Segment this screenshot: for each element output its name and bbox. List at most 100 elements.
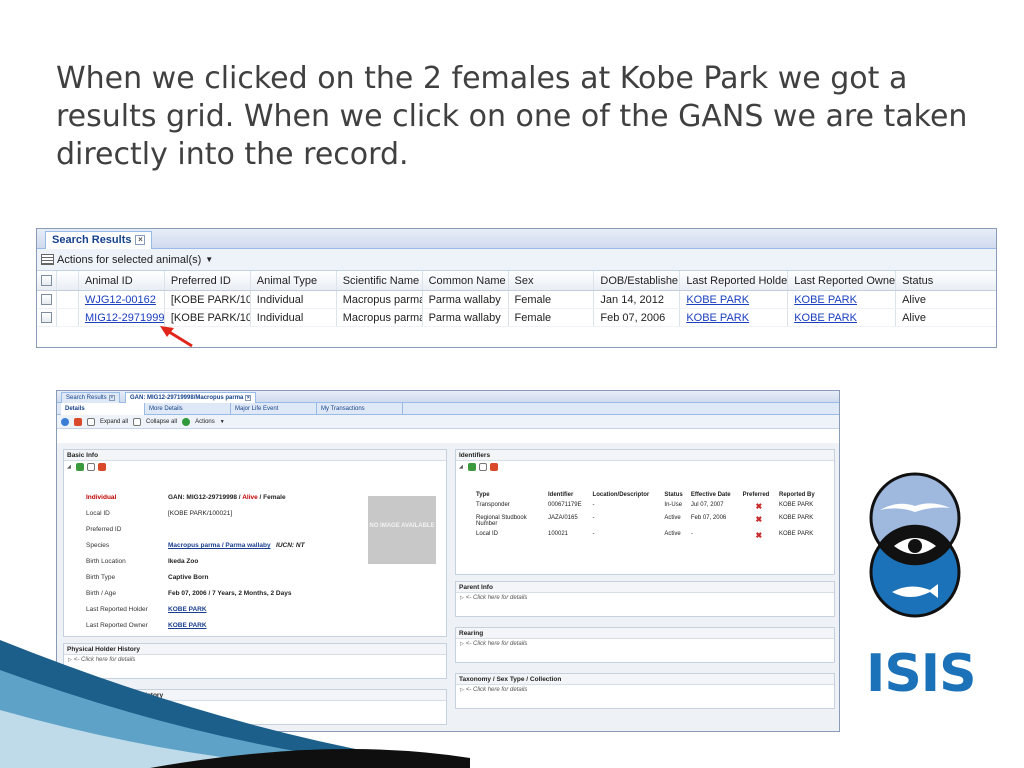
col-dob[interactable]: DOB/Establishe... [594, 271, 681, 290]
panel-tools: ◢ [456, 461, 834, 473]
col-type[interactable]: Type [474, 490, 546, 500]
row-checkbox[interactable] [40, 294, 52, 305]
refresh-icon[interactable] [467, 463, 476, 471]
expand-all-button[interactable]: Expand all [100, 419, 128, 425]
col-preferred-id[interactable]: Preferred ID [165, 271, 251, 290]
tab-gan-record[interactable]: GAN: MIG12-29719998/Macropus parma × [125, 392, 257, 403]
col-last-owner[interactable]: Last Reported Owner [788, 271, 897, 290]
animal-id-link[interactable]: WJG12-00162 [85, 294, 156, 306]
help-icon[interactable] [97, 463, 106, 471]
owner-link[interactable]: KOBE PARK [168, 622, 207, 629]
expand-icon [87, 417, 95, 426]
id-status: In-Use [664, 502, 683, 508]
export-icon[interactable] [478, 463, 487, 471]
triangle-icon[interactable]: ◢ [459, 464, 463, 470]
panel-title: Taxonomy / Sex Type / Collection [456, 674, 834, 685]
col-effective-date[interactable]: Effective Date [689, 490, 741, 500]
animal-type-cell: Individual [251, 309, 337, 326]
tab-details[interactable]: Details [61, 403, 145, 415]
owner-cell: KOBE PARK [788, 291, 897, 308]
expand-arrow-icon[interactable]: ▷ [460, 595, 464, 601]
id-location: - [592, 531, 595, 537]
chevron-down-icon[interactable]: ▼ [220, 419, 225, 425]
tab-more-details[interactable]: More Details [145, 403, 231, 415]
help-icon[interactable] [489, 463, 498, 471]
animal-id-cell: WJG12-00162 [79, 291, 165, 308]
actions-menu-button[interactable]: Actions [195, 419, 215, 425]
detail-toolbar: Expand all Collapse all Actions ▼ [57, 415, 839, 429]
results-tabstrip: Search Results × [37, 229, 996, 249]
row-checkbox[interactable] [40, 312, 52, 323]
col-scientific-name[interactable]: Scientific Name [337, 271, 423, 290]
birth-type-value: Captive Born [168, 574, 209, 581]
tab-major-life-event[interactable]: Major Life Event [231, 403, 317, 415]
close-icon[interactable]: × [135, 235, 146, 245]
grid-header: Animal ID Preferred ID Animal Type Scien… [37, 271, 996, 291]
owner-link[interactable]: KOBE PARK [794, 312, 857, 324]
col-common-name[interactable]: Common Name [423, 271, 509, 290]
holder-cell: KOBE PARK [680, 291, 789, 308]
table-row[interactable]: WJG12-00162 [KOBE PARK/10... Individual … [37, 291, 996, 309]
common-name-cell: Parma wallaby [423, 309, 509, 326]
decorative-swoosh [0, 640, 470, 768]
id-status: Active [664, 515, 681, 521]
col-identifier[interactable]: Identifier [546, 490, 591, 500]
select-all-checkbox[interactable] [40, 275, 52, 286]
col-status[interactable]: Status [896, 271, 996, 290]
expand-details-link[interactable]: ▷<- Click here for details [456, 685, 834, 696]
refresh-icon[interactable] [61, 417, 69, 426]
panel-title: Basic Info [64, 450, 446, 461]
id-reported-by: KOBE PARK [778, 515, 814, 521]
label-last-holder: Last Reported Holder [86, 606, 148, 613]
owner-cell: KOBE PARK [788, 309, 897, 326]
col-last-holder[interactable]: Last Reported Holder [680, 271, 789, 290]
holder-link[interactable]: KOBE PARK [686, 294, 749, 306]
dob-cell: Jan 14, 2012 [594, 291, 681, 308]
collapse-all-button[interactable]: Collapse all [146, 419, 177, 425]
chevron-down-icon[interactable]: ▼ [205, 255, 213, 264]
label-birth-type: Birth Type [86, 574, 116, 581]
owner-link[interactable]: KOBE PARK [794, 294, 857, 306]
col-preferred[interactable]: Preferred [741, 490, 777, 500]
col-status[interactable]: Status [662, 490, 688, 500]
refresh-icon[interactable] [75, 463, 84, 471]
tab-search-results[interactable]: Search Results × [45, 231, 153, 249]
table-row: Regional Studbook Number JAZA/0165 - Act… [474, 513, 824, 529]
rownum-header [57, 271, 79, 290]
actions-dropdown[interactable]: Actions for selected animal(s) [57, 254, 201, 266]
scientific-name-cell: Macropus parma [337, 309, 423, 326]
col-location[interactable]: Location/Descriptor [591, 490, 663, 500]
species-link[interactable]: Macropus parma / Parma wallaby [168, 542, 271, 549]
holder-link[interactable]: KOBE PARK [168, 606, 207, 613]
holder-link[interactable]: KOBE PARK [686, 312, 749, 324]
animal-id-link[interactable]: MIG12-29719998 [85, 312, 164, 324]
expand-details-link[interactable]: ▷<- Click here for details [456, 593, 834, 604]
not-preferred-icon: ✖ [755, 502, 763, 511]
export-icon[interactable] [86, 463, 95, 471]
no-image-placeholder: NO IMAGE AVAILABLE [368, 496, 436, 564]
click-here-text: <- Click here for details [465, 595, 528, 601]
tab-my-transactions[interactable]: My Transactions [317, 403, 403, 415]
animal-type-cell: Individual [251, 291, 337, 308]
iucn-value: IUCN: NT [276, 542, 305, 549]
close-icon[interactable]: × [245, 395, 252, 401]
close-icon[interactable]: × [108, 395, 115, 401]
local-id-value: [KOBE PARK/100021] [168, 510, 233, 517]
click-here-text: <- Click here for details [465, 687, 528, 693]
col-sex[interactable]: Sex [509, 271, 595, 290]
col-reported-by[interactable]: Reported By [777, 490, 824, 500]
expand-details-link[interactable]: ▷<- Click here for details [456, 639, 834, 650]
triangle-icon[interactable]: ◢ [67, 464, 71, 470]
tab-search-results[interactable]: Search Results × [61, 392, 120, 403]
col-animal-id[interactable]: Animal ID [79, 271, 165, 290]
click-here-text: <- Click here for details [465, 641, 528, 647]
help-icon[interactable] [74, 417, 82, 426]
tab-label: Search Results [52, 234, 132, 246]
col-animal-type[interactable]: Animal Type [251, 271, 337, 290]
rearing-panel: Rearing ▷ <- Click here for details [455, 627, 835, 663]
gan-summary: GAN: MIG12-29719998 / Alive / Female [168, 494, 286, 501]
row-spacer [57, 291, 79, 308]
label-preferred-id: Preferred ID [86, 526, 122, 533]
collapse-icon [133, 417, 142, 426]
panel-tools: ◢ [64, 461, 446, 473]
